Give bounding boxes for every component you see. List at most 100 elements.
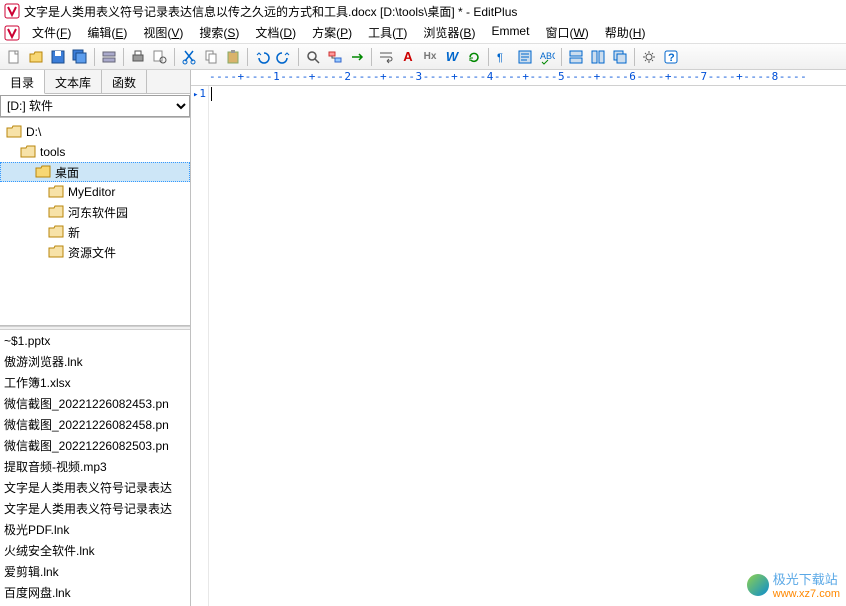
drive-selector[interactable]: [D:] 软件: [0, 94, 190, 118]
print-icon[interactable]: [128, 47, 148, 67]
menu-d[interactable]: 文档(D): [247, 22, 304, 43]
save-all-icon[interactable]: [70, 47, 90, 67]
text-cursor: [211, 87, 212, 101]
folder-item[interactable]: D:\: [0, 122, 190, 142]
main-area: 目录 文本库 函数 [D:] 软件 D:\tools桌面MyEditor河东软件…: [0, 70, 846, 606]
text-area[interactable]: [209, 86, 846, 606]
tile-h-icon[interactable]: [566, 47, 586, 67]
font-color-icon[interactable]: A: [398, 47, 418, 67]
copy-icon[interactable]: [201, 47, 221, 67]
file-item[interactable]: ~$1.pptx: [0, 330, 190, 351]
side-tabs: 目录 文本库 函数: [0, 70, 190, 94]
file-item[interactable]: 提取音频-视频.mp3: [0, 456, 190, 477]
menu-app-icon: [4, 25, 20, 41]
folder-item[interactable]: tools: [0, 142, 190, 162]
folder-icon: [48, 245, 64, 259]
replace-icon[interactable]: [325, 47, 345, 67]
separator: [371, 48, 372, 66]
file-item[interactable]: 火绒安全软件.lnk: [0, 540, 190, 561]
folder-icon: [20, 145, 36, 159]
file-item[interactable]: 百度网盘.lnk: [0, 582, 190, 603]
tab-directory[interactable]: 目录: [0, 70, 45, 94]
invisible-chars-icon[interactable]: ¶: [493, 47, 513, 67]
separator: [561, 48, 562, 66]
menu-b[interactable]: 浏览器(B): [415, 22, 483, 43]
help-icon[interactable]: ?: [661, 47, 681, 67]
side-panel: 目录 文本库 函数 [D:] 软件 D:\tools桌面MyEditor河东软件…: [0, 70, 191, 606]
file-item[interactable]: 微信截图_20221226082458.pn: [0, 414, 190, 435]
separator: [94, 48, 95, 66]
file-item[interactable]: 文字是人类用表义符号记录表达: [0, 498, 190, 519]
folder-item[interactable]: 资源文件: [0, 242, 190, 262]
spell-icon[interactable]: ABC: [537, 47, 557, 67]
new-file-icon[interactable]: [4, 47, 24, 67]
drive-select[interactable]: [D:] 软件: [0, 95, 190, 117]
separator: [247, 48, 248, 66]
settings-icon[interactable]: [639, 47, 659, 67]
print-preview-icon[interactable]: [150, 47, 170, 67]
file-item[interactable]: 工作簿1.xlsx: [0, 372, 190, 393]
menu-w[interactable]: 窗口(W): [537, 22, 596, 43]
ftp-icon[interactable]: [99, 47, 119, 67]
editor-body: 1: [191, 86, 846, 606]
folder-icon: [6, 125, 22, 139]
separator: [634, 48, 635, 66]
refresh-icon[interactable]: [464, 47, 484, 67]
folder-item[interactable]: 桌面: [0, 162, 190, 182]
folder-item[interactable]: 河东软件园: [0, 202, 190, 222]
undo-icon[interactable]: [252, 47, 272, 67]
file-item[interactable]: 傲游浏览器.lnk: [0, 351, 190, 372]
title-bar: 文字是人类用表义符号记录表达信息以传之久远的方式和工具.docx [D:\too…: [0, 0, 846, 22]
find-icon[interactable]: [303, 47, 323, 67]
app-icon: [4, 3, 20, 19]
file-list[interactable]: ~$1.pptx傲游浏览器.lnk工作簿1.xlsx微信截图_202212260…: [0, 330, 190, 606]
ruler: ----+----1----+----2----+----3----+----4…: [191, 70, 846, 86]
window-title: 文字是人类用表义符号记录表达信息以传之久远的方式和工具.docx [D:\too…: [24, 3, 517, 20]
svg-text:ABC: ABC: [540, 51, 555, 61]
paste-icon[interactable]: [223, 47, 243, 67]
tile-v-icon[interactable]: [588, 47, 608, 67]
file-item[interactable]: 文字是人类用表义符号记录表达: [0, 477, 190, 498]
hex-icon[interactable]: Hx: [420, 47, 440, 67]
file-item[interactable]: 微信截图_20221226082453.pn: [0, 393, 190, 414]
file-item[interactable]: 极光PDF.lnk: [0, 519, 190, 540]
gutter-line-1: 1: [191, 86, 206, 102]
menu-s[interactable]: 搜索(S): [191, 22, 247, 43]
menu-bar: 文件(F)编辑(E)视图(V)搜索(S)文档(D)方案(P)工具(T)浏览器(B…: [0, 22, 846, 44]
tab-cliptext[interactable]: 文本库: [45, 70, 102, 93]
menu-v[interactable]: 视图(V): [135, 22, 191, 43]
folder-item[interactable]: MyEditor: [0, 182, 190, 202]
editor-area: ----+----1----+----2----+----3----+----4…: [191, 70, 846, 606]
menu-h[interactable]: 帮助(H): [597, 22, 654, 43]
separator: [174, 48, 175, 66]
separator: [488, 48, 489, 66]
folder-icon: [48, 185, 64, 199]
menu-f[interactable]: 文件(F): [24, 22, 79, 43]
folder-icon: [48, 225, 64, 239]
wordwrap-icon[interactable]: [376, 47, 396, 67]
separator: [298, 48, 299, 66]
folder-icon: [48, 205, 64, 219]
menu-emmet[interactable]: Emmet: [483, 22, 537, 43]
file-item[interactable]: 爱剪辑.lnk: [0, 561, 190, 582]
tab-functions[interactable]: 函数: [102, 70, 147, 93]
cascade-icon[interactable]: [610, 47, 630, 67]
folder-item[interactable]: 新: [0, 222, 190, 242]
menu-t[interactable]: 工具(T): [360, 22, 415, 43]
menu-p[interactable]: 方案(P): [304, 22, 360, 43]
svg-text:?: ?: [668, 52, 675, 64]
goto-icon[interactable]: [347, 47, 367, 67]
select-all-icon[interactable]: [515, 47, 535, 67]
separator: [123, 48, 124, 66]
folder-tree[interactable]: D:\tools桌面MyEditor河东软件园新资源文件: [0, 118, 190, 326]
open-icon[interactable]: [26, 47, 46, 67]
menu-e[interactable]: 编辑(E): [79, 22, 135, 43]
file-item[interactable]: 微信截图_20221226082503.pn: [0, 435, 190, 456]
save-icon[interactable]: [48, 47, 68, 67]
svg-text:¶: ¶: [497, 52, 503, 64]
folder-icon: [35, 165, 51, 179]
cut-icon[interactable]: [179, 47, 199, 67]
redo-icon[interactable]: [274, 47, 294, 67]
toolbar: A Hx W ¶ ABC ?: [0, 44, 846, 70]
browser-icon[interactable]: W: [442, 47, 462, 67]
